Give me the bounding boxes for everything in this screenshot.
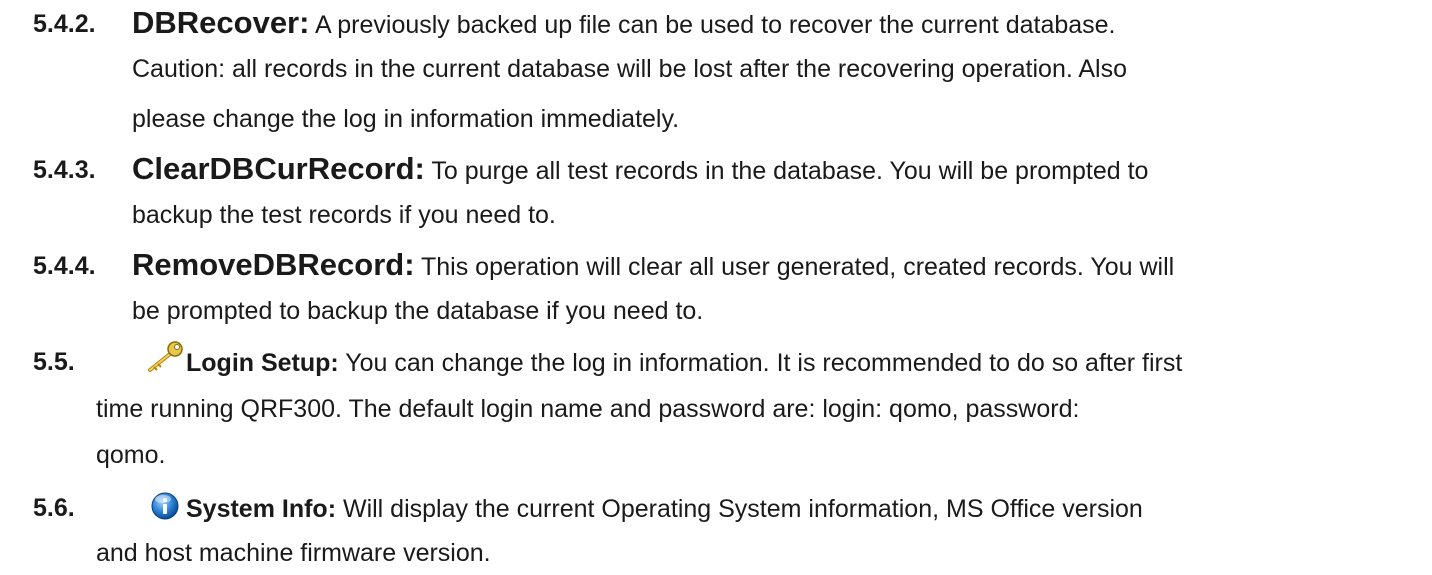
section-title: Login Setup: xyxy=(186,349,339,377)
section-text: backup the test records if you need to. xyxy=(132,201,556,229)
section-number: 5.4.4. xyxy=(33,252,96,280)
section-first-line: Login Setup: You can change the log in i… xyxy=(186,348,1182,378)
section-number: 5.6. xyxy=(33,494,75,522)
section-text: To purge all test records in the databas… xyxy=(424,157,1149,185)
section-text: A previously backed up file can be used … xyxy=(309,11,1116,39)
section-text: Will display the current Operating Syste… xyxy=(336,495,1143,523)
section-text: This operation will clear all user gener… xyxy=(414,253,1175,281)
section-first-line: DBRecover: A previously backed up file c… xyxy=(132,5,1116,40)
section-text: please change the log in information imm… xyxy=(132,105,680,133)
section-title: RemoveDBRecord: xyxy=(132,247,415,282)
section-number: 5.5. xyxy=(33,348,75,376)
section-text: You can change the log in information. I… xyxy=(338,349,1183,377)
section-text: time running QRF300. The default login n… xyxy=(96,395,1080,423)
section-number: 5.4.2. xyxy=(33,10,96,38)
section-title: System Info: xyxy=(186,495,337,523)
document-page: 5.4.2. DBRecover: A previously backed up… xyxy=(0,0,1432,575)
key-icon xyxy=(148,341,183,372)
section-first-line: System Info: Will display the current Op… xyxy=(186,494,1143,524)
section-first-line: ClearDBCurRecord: To purge all test reco… xyxy=(132,151,1149,186)
section-title: DBRecover: xyxy=(132,5,310,40)
section-text: Caution: all records in the current data… xyxy=(132,55,1127,83)
section-text: qomo. xyxy=(96,441,166,469)
section-number: 5.4.3. xyxy=(33,156,96,184)
info-icon xyxy=(151,492,179,520)
section-first-line: RemoveDBRecord: This operation will clea… xyxy=(132,247,1175,282)
section-text: and host machine firmware version. xyxy=(96,539,491,567)
section-title: ClearDBCurRecord: xyxy=(132,151,425,186)
section-text: be prompted to backup the database if yo… xyxy=(132,297,704,325)
